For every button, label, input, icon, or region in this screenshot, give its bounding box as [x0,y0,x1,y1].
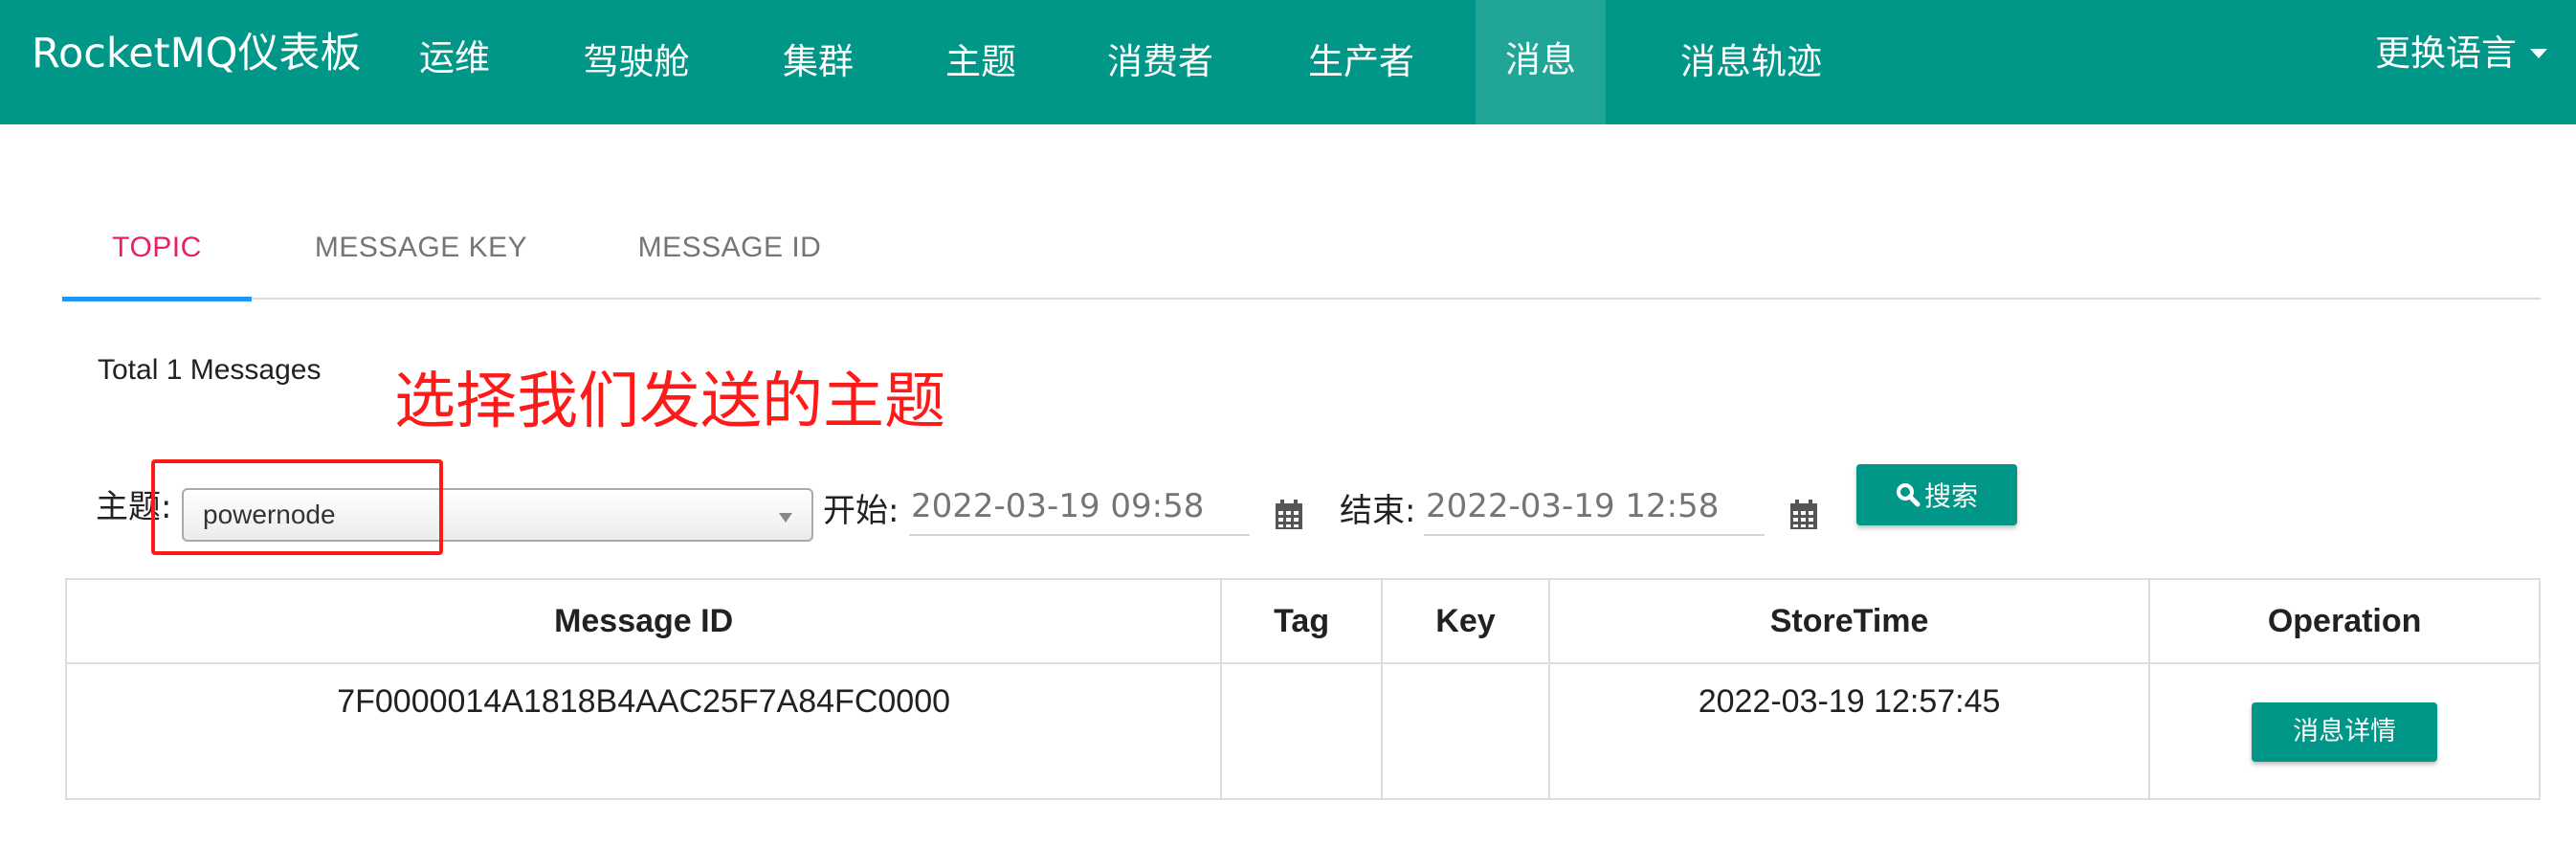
annotation-text: 选择我们发送的主题 [394,367,945,437]
nav-item-topic[interactable]: 主题 [933,4,1029,128]
nav-item-message[interactable]: 消息 [1476,0,1606,124]
top-navbar: RocketMQ仪表板 运维 驾驶舱 集群 主题 消费者 生产者 消息 消息轨迹… [0,0,2576,124]
search-button-label: 搜索 [1923,481,1978,511]
nav-item-producer[interactable]: 生产者 [1292,4,1431,128]
cell-store-time: 2022-03-19 12:57:45 [1547,662,2151,800]
calendar-icon[interactable] [1275,500,1303,530]
language-switcher[interactable]: 更换语言 [2375,27,2547,80]
total-messages-text: Total 1 Messages [98,354,322,386]
cell-key [1381,662,1550,800]
nav-item-ops[interactable]: 运维 [402,0,507,124]
cell-tag [1220,662,1384,800]
tab-topic[interactable]: TOPIC [62,206,252,301]
end-time-label: 结束: [1340,492,1416,530]
search-button[interactable]: 搜索 [1856,464,2017,525]
search-mode-tabs: TOPIC MESSAGE KEY MESSAGE ID [62,206,2541,301]
end-time-input[interactable] [1424,479,1765,536]
nav-item-cluster[interactable]: 集群 [770,4,866,128]
nav-item-consumer[interactable]: 消费者 [1091,4,1230,128]
topic-label: 主题: [96,488,172,526]
column-header-store-time: StoreTime [1547,578,2151,664]
column-header-operation: Operation [2148,578,2541,664]
message-detail-button[interactable]: 消息详情 [2252,702,2438,762]
column-header-key: Key [1381,578,1550,664]
language-label: 更换语言 [2375,33,2517,74]
topic-select[interactable]: powernode [182,488,813,542]
nav-item-dashboard[interactable]: 驾驶舱 [565,4,708,128]
start-time-label: 开始: [823,492,899,530]
nav-item-message-trace[interactable]: 消息轨迹 [1660,4,1842,128]
cell-message-id: 7F0000014A1818B4AAC25F7A84FC0000 [64,662,1223,800]
calendar-icon[interactable] [1789,500,1818,530]
table-header-row: Message ID Tag Key StoreTime Operation [64,578,2541,664]
column-header-tag: Tag [1220,578,1384,664]
topic-select-value: powernode [203,500,336,529]
table-row: 7F0000014A1818B4AAC25F7A84FC0000 2022-03… [64,662,2541,800]
magnifier-icon [1896,483,1921,507]
cell-operation: 消息详情 [2148,662,2541,800]
tab-message-key[interactable]: MESSAGE KEY [301,206,541,300]
start-time-input[interactable] [909,479,1250,536]
caret-down-icon [2530,48,2547,58]
dropdown-arrow-icon [779,513,792,523]
message-table: Message ID Tag Key StoreTime Operation 7… [64,578,2541,800]
brand-title[interactable]: RocketMQ仪表板 [32,27,362,80]
column-header-message-id: Message ID [64,578,1223,664]
tab-message-id[interactable]: MESSAGE ID [612,206,847,300]
